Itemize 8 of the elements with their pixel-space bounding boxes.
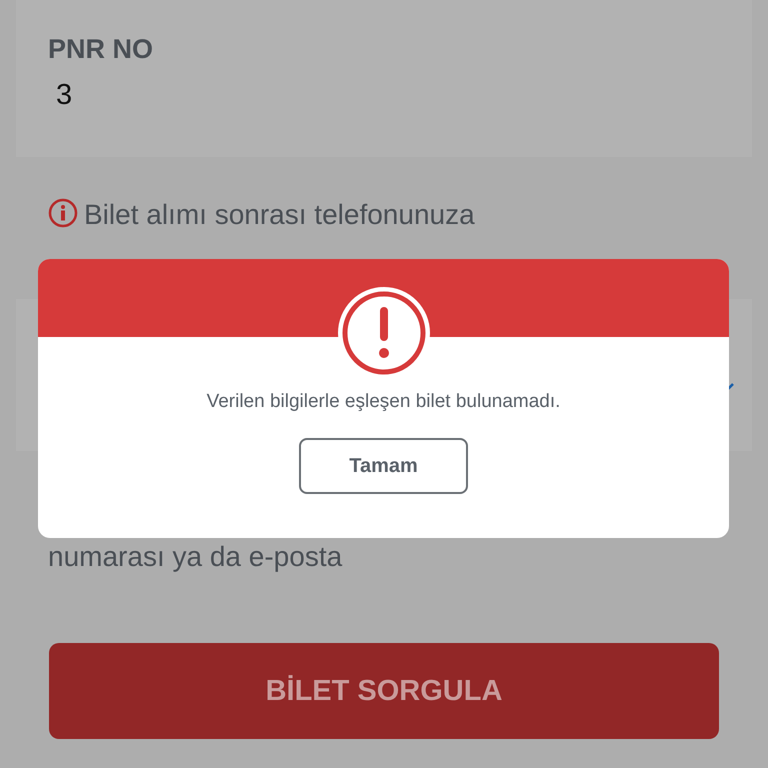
- hint-text: numarası ya da e-posta: [48, 541, 342, 572]
- info-icon: [48, 198, 78, 228]
- dialog-message: Verilen bilgilerle eşleşen bilet bulunamadı.: [206, 391, 560, 413]
- info-text: Bilet alımı sonrası telefonunuza: [84, 199, 475, 230]
- query-ticket-button[interactable]: BİLET SORGULA: [49, 643, 719, 739]
- pnr-input-field[interactable]: 3: [56, 79, 256, 112]
- field-label: PNR NO: [48, 34, 154, 65]
- ok-button[interactable]: Tamam: [299, 438, 468, 494]
